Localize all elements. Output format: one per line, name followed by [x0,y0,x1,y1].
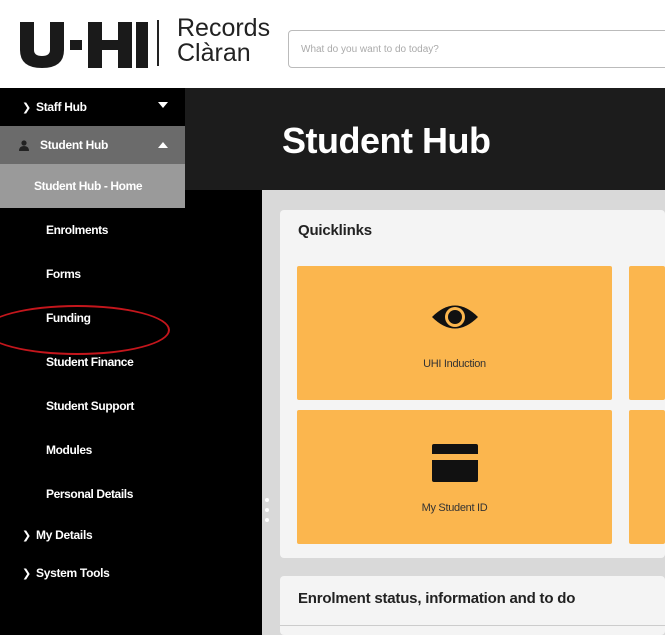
sidebar-item-student-hub[interactable]: Student Hub [0,126,185,164]
sidebar-item-student-support[interactable]: Student Support [0,384,185,428]
sidebar-item-staff-hub[interactable]: ❯ Staff Hub [0,88,185,126]
uhi-logo [20,22,148,68]
quicklink-uhi-induction[interactable]: UHI Induction [297,266,612,400]
main-gutter [185,190,262,635]
chevron-right-icon: ❯ [22,529,31,542]
sidebar-item-my-details[interactable]: ❯ My Details [0,516,185,554]
caret-down-icon [158,102,168,108]
page-title: Student Hub [282,120,491,161]
logo-divider [157,20,159,66]
person-icon [18,139,40,151]
resize-handle-icon[interactable] [264,498,270,522]
product-name-line2: Clàran [177,39,251,67]
search-input[interactable] [288,30,665,68]
sidebar-item-label: Personal Details [46,487,133,501]
quicklink-my-student-id[interactable]: My Student ID [297,410,612,544]
sidebar: ❯ Staff Hub Student Hub Student Hub - Ho… [0,88,185,635]
sidebar-item-label: Student Hub [40,138,109,152]
sidebar-item-label: Enrolments [46,223,109,237]
product-name-line1: Records [177,14,271,42]
sidebar-item-label: Staff Hub [36,100,87,114]
sidebar-item-student-hub-home[interactable]: Student Hub - Home [0,164,185,208]
chevron-right-icon: ❯ [22,101,31,114]
sidebar-item-system-tools[interactable]: ❯ System Tools [0,554,185,592]
sidebar-item-label: My Details [36,528,93,542]
sidebar-item-student-finance[interactable]: Student Finance [0,340,185,384]
sidebar-item-label: Forms [46,267,81,281]
sidebar-item-funding[interactable]: Funding [0,296,185,340]
quicklinks-title: Quicklinks [298,222,372,239]
sidebar-item-forms[interactable]: Forms [0,252,185,296]
app-header: Records Clàran [0,0,665,88]
product-name: Records Clàran [177,16,270,66]
divider [280,625,665,626]
sidebar-item-enrolments[interactable]: Enrolments [0,208,185,252]
quicklink-tile-partial[interactable] [629,410,665,544]
enrolment-title: Enrolment status, information and to do [298,590,576,607]
sidebar-item-label: System Tools [36,566,110,580]
eye-icon [431,305,478,329]
sidebar-item-label: Student Hub - Home [34,179,143,193]
sidebar-item-label: Modules [46,443,92,457]
tile-label: UHI Induction [423,358,486,370]
sidebar-item-personal-details[interactable]: Personal Details [0,472,185,516]
sidebar-item-label: Student Finance [46,355,134,369]
tile-label: My Student ID [421,502,488,514]
quicklink-tile-partial[interactable] [629,266,665,400]
sidebar-item-modules[interactable]: Modules [0,428,185,472]
sidebar-item-label: Funding [46,311,91,325]
id-card-icon [431,444,478,482]
sidebar-item-label: Student Support [46,399,134,413]
chevron-right-icon: ❯ [22,567,31,580]
caret-up-icon [158,142,168,148]
